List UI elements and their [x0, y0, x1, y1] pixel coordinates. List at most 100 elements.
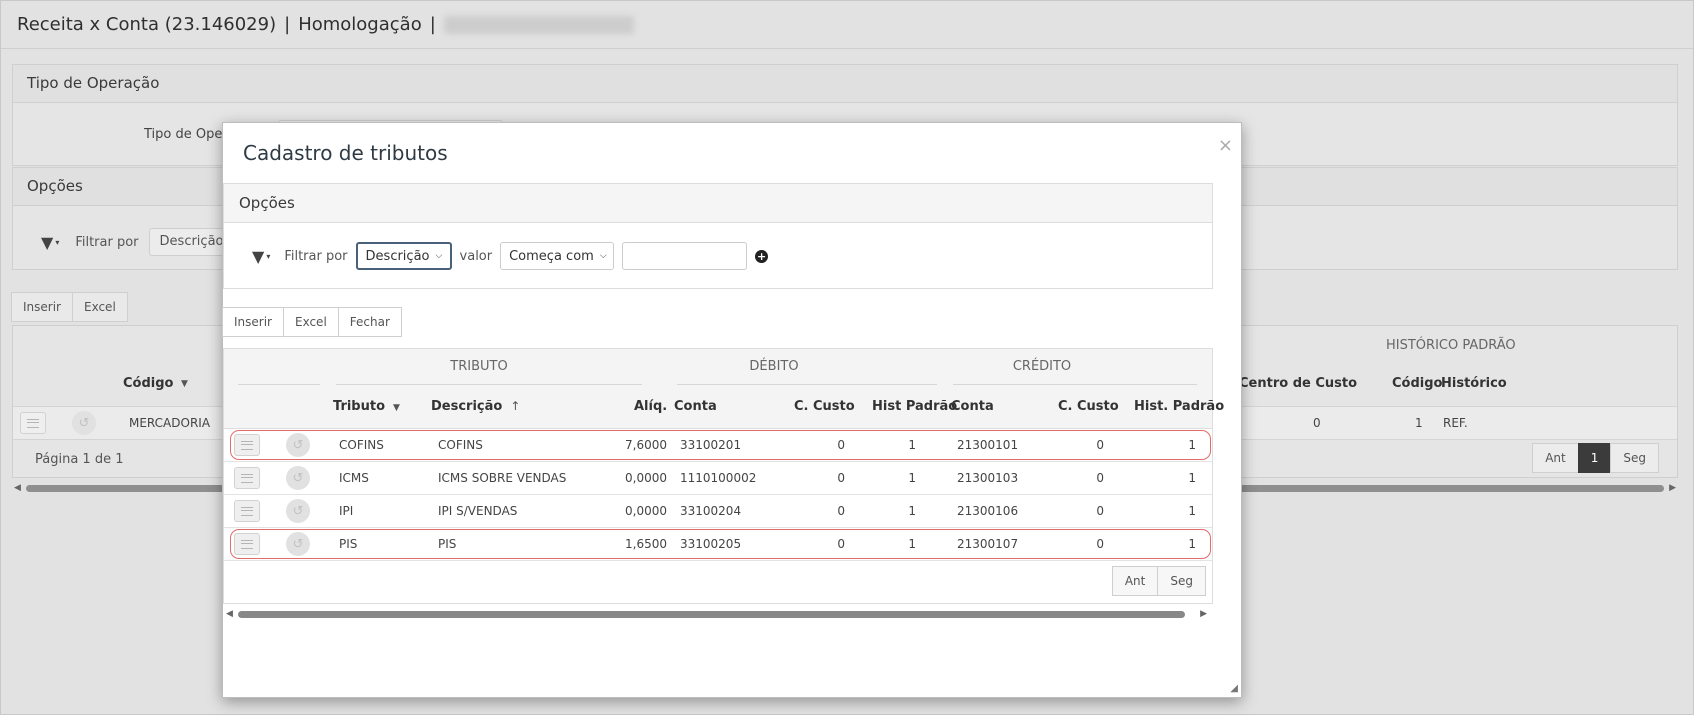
insert-button[interactable]: Inserir [11, 292, 73, 322]
history-icon[interactable]: ↺ [286, 466, 310, 490]
scroll-left-icon[interactable]: ◀ [226, 609, 233, 619]
prev-page-button[interactable]: Ant [1532, 443, 1579, 473]
cell-descricao: PIS [438, 537, 457, 551]
scroll-left-icon[interactable]: ◀ [14, 483, 21, 493]
cell-debito-hist: 1 [908, 537, 916, 551]
cell-credito-conta: 21300103 [957, 471, 1019, 485]
column-header-descricao[interactable]: Descrição ↑ [431, 399, 520, 414]
column-header-aliq[interactable]: Alíq. [634, 399, 667, 414]
column-header-credito-hist[interactable]: Hist. Padrão [1134, 399, 1224, 414]
page-header: Receita x Conta (23.146029) | Homologaçã… [1, 1, 1693, 49]
cell-centro-custo: 0 [1313, 416, 1321, 430]
history-icon[interactable]: ↺ [286, 532, 310, 556]
chevron-down-icon: ⌵ [435, 251, 443, 261]
history-icon[interactable]: ↺ [72, 411, 96, 435]
column-header-credito-conta[interactable]: Conta [951, 399, 994, 414]
column-header-centro-custo[interactable]: Centro de Custo [1239, 376, 1357, 391]
tributos-modal: Cadastro de tributos × Opções ▼ ▾ Filtrar… [222, 122, 1242, 698]
cell-debito-conta: 33100201 [680, 438, 742, 452]
modal-title: Cadastro de tributos [243, 141, 448, 165]
next-page-button[interactable]: Seg [1610, 443, 1659, 473]
column-header-debito-ccusto[interactable]: C. Custo [794, 399, 855, 414]
column-label: Descrição [431, 399, 503, 414]
cell-credito-ccusto: 0 [1096, 438, 1104, 452]
group-header-tributo: TRIBUTO [450, 359, 508, 374]
column-header-tributo[interactable]: Tributo ▼ [333, 399, 400, 414]
filter-icon[interactable]: ▼ ▾ [252, 247, 270, 266]
add-filter-icon[interactable]: + [755, 249, 769, 263]
chevron-down-icon: ⌵ [599, 251, 607, 261]
row-menu-icon[interactable] [234, 467, 260, 489]
excel-button[interactable]: Excel [71, 292, 128, 322]
scrollbar-thumb[interactable] [238, 611, 1185, 618]
group-header-historico: HISTÓRICO PADRÃO [1386, 338, 1516, 353]
resize-handle-icon[interactable]: ◢ [1230, 683, 1238, 694]
grid-toolbar: Inserir Excel [11, 292, 128, 322]
table-row[interactable]: ↺ ICMS ICMS SOBRE VENDAS 0,0000 11101000… [224, 462, 1212, 495]
history-icon[interactable]: ↺ [286, 433, 310, 457]
sort-desc-icon[interactable]: ▼ [181, 379, 188, 389]
filter-field-select[interactable]: Descrição ⌵ [355, 242, 452, 270]
insert-button[interactable]: Inserir [222, 307, 284, 337]
filter-operator-select[interactable]: Começa com ⌵ [500, 242, 615, 270]
table-row[interactable]: ↺ PIS PIS 1,6500 33100205 0 1 21300107 0… [224, 528, 1212, 561]
panel-title: Tipo de Operação [13, 65, 1677, 103]
row-menu-icon[interactable] [234, 500, 260, 522]
history-icon[interactable]: ↺ [286, 499, 310, 523]
page-1-button[interactable]: 1 [1577, 443, 1612, 473]
cell-tributo: COFINS [339, 438, 384, 452]
modal-toolbar: Inserir Excel Fechar [222, 307, 402, 337]
row-menu-icon[interactable] [234, 434, 260, 456]
table-row[interactable]: ↺ COFINS COFINS 7,6000 33100201 0 1 2130… [224, 429, 1212, 462]
column-label: Tributo [333, 399, 386, 414]
filter-icon[interactable]: ▼ ▾ [41, 233, 59, 252]
close-button[interactable]: Fechar [337, 307, 402, 337]
cell-descricao: IPI S/VENDAS [438, 504, 518, 518]
cell-descricao: ICMS SOBRE VENDAS [438, 471, 567, 485]
row-menu-icon[interactable] [234, 533, 260, 555]
column-header-debito-hist[interactable]: Hist Padrão [872, 399, 957, 414]
cell-aliq: 0,0000 [625, 504, 667, 518]
page-info: Página 1 de 1 [35, 452, 124, 467]
cell-credito-hist: 1 [1188, 537, 1196, 551]
cell-debito-ccusto: 0 [837, 438, 845, 452]
pagination: Ant 1 Seg [1532, 443, 1659, 473]
cell-credito-ccusto: 0 [1096, 504, 1104, 518]
close-icon[interactable]: × [1218, 135, 1233, 156]
redacted-company-name [443, 15, 634, 34]
column-header-hist-codigo[interactable]: Código [1392, 376, 1442, 391]
tributos-grid: TRIBUTO DÉBITO CRÉDITO Tributo ▼ Descriçã… [223, 348, 1224, 604]
table-row[interactable]: ↺ IPI IPI S/VENDAS 0,0000 33100204 0 1 2… [224, 495, 1212, 528]
sort-desc-icon: ▼ [393, 403, 400, 413]
value-label: valor [459, 248, 493, 264]
next-page-button[interactable]: Seg [1157, 566, 1206, 596]
cell-aliq: 1,6500 [625, 537, 667, 551]
cell-credito-ccusto: 0 [1096, 537, 1104, 551]
scroll-right-icon[interactable]: ▶ [1669, 483, 1676, 493]
column-header-codigo[interactable]: Código [123, 376, 173, 391]
cell-codigo: MERCADORIA [129, 416, 211, 430]
filter-field-value: Descrição [365, 248, 430, 264]
pagination: Ant Seg [1111, 566, 1206, 596]
cell-credito-conta: 21300101 [957, 438, 1019, 452]
grid-header: TRIBUTO DÉBITO CRÉDITO Tributo ▼ Descriçã… [224, 349, 1224, 429]
cell-debito-conta: 1110100002 [680, 471, 757, 485]
cell-debito-conta: 33100204 [680, 504, 742, 518]
cell-debito-hist: 1 [908, 471, 916, 485]
filter-value-input[interactable] [622, 242, 748, 270]
cell-debito-ccusto: 0 [837, 471, 845, 485]
cell-tributo: ICMS [339, 471, 369, 485]
prev-page-button[interactable]: Ant [1111, 566, 1159, 596]
cell-debito-hist: 1 [908, 438, 916, 452]
row-menu-icon[interactable] [20, 412, 46, 434]
cell-credito-ccusto: 0 [1096, 471, 1104, 485]
column-header-credito-ccusto[interactable]: C. Custo [1058, 399, 1119, 414]
panel-title: Opções [224, 184, 1212, 223]
group-header-credito: CRÉDITO [1012, 359, 1072, 374]
filter-operator-value: Começa com [509, 248, 594, 264]
column-header-debito-conta[interactable]: Conta [674, 399, 717, 414]
horizontal-scrollbar[interactable]: ◀ ▶ [223, 609, 1213, 619]
scroll-right-icon[interactable]: ▶ [1200, 609, 1207, 619]
column-header-historico[interactable]: Histórico [1441, 376, 1507, 391]
excel-button[interactable]: Excel [282, 307, 339, 337]
